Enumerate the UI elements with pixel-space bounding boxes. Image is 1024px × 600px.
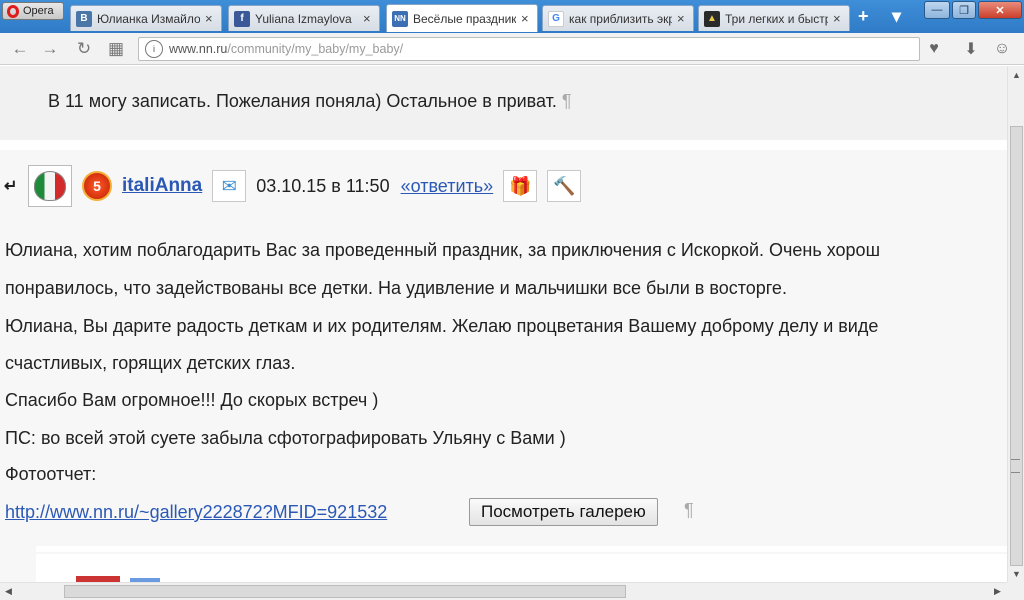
- horizontal-scrollbar[interactable]: ◀ ▶: [0, 582, 1007, 600]
- comment-line: счастливых, горящих детских глаз.: [5, 353, 296, 373]
- comment-divider: [0, 140, 1007, 150]
- tab-label: Юлианка Измайлова: [97, 11, 200, 26]
- next-comment-divider: [36, 546, 1007, 552]
- next-comment-block: [36, 554, 1007, 582]
- comment-line: Спасибо Вам огромное!!! До скорых встреч…: [5, 390, 379, 410]
- forward-button[interactable]: →: [40, 39, 60, 59]
- tab-close-icon[interactable]: ×: [205, 11, 215, 26]
- tab-label: как приблизить экр: [569, 11, 672, 26]
- tab-nn-active[interactable]: NN Весёлые праздники ×: [386, 4, 538, 32]
- url-host: www.nn.ru: [169, 42, 228, 56]
- reply-arrow-icon[interactable]: ↵: [4, 176, 28, 196]
- opera-logo-icon: [7, 4, 19, 18]
- horizontal-scroll-thumb[interactable]: [64, 585, 626, 598]
- tab-close-icon[interactable]: ×: [833, 11, 843, 26]
- username-link[interactable]: italiAnna: [122, 175, 202, 197]
- vertical-scroll-thumb[interactable]: [1010, 126, 1023, 566]
- download-icon[interactable]: ⬇: [961, 39, 981, 59]
- opera-menu-button[interactable]: Opera: [2, 2, 64, 20]
- reload-button[interactable]: ↻: [74, 39, 94, 59]
- scrollbar-corner: [1007, 582, 1024, 600]
- previous-comment-body: В 11 могу записать. Пожелания поняла) Ос…: [48, 91, 557, 111]
- pilcrow-mark: ¶: [684, 500, 694, 520]
- url-path: /community/my_baby/my_baby/: [227, 42, 404, 56]
- gavel-icon[interactable]: 🔨: [547, 170, 582, 202]
- comment-line: ПС: во всей этой суете забыла сфотографи…: [5, 428, 566, 448]
- video-favicon-icon: ▲: [704, 10, 720, 27]
- comment-line: понравилось, что задействованы все детки…: [5, 278, 787, 298]
- avatar[interactable]: [28, 165, 72, 207]
- message-envelope-icon[interactable]: ✉: [212, 170, 247, 202]
- vertical-scrollbar[interactable]: ▲ ▼: [1007, 66, 1024, 582]
- tab-close-icon[interactable]: ×: [363, 11, 373, 26]
- close-window-button[interactable]: ✕: [978, 1, 1022, 19]
- maximize-button[interactable]: ❐: [952, 1, 976, 19]
- back-button[interactable]: ←: [10, 39, 30, 59]
- site-info-icon[interactable]: i: [145, 40, 163, 58]
- account-icon[interactable]: ☺: [992, 39, 1012, 59]
- vk-favicon-icon: В: [76, 10, 92, 27]
- scroll-down-icon[interactable]: ▼: [1008, 565, 1024, 582]
- tab-label: Весёлые праздники: [413, 11, 516, 26]
- tab-bar: Opera В Юлианка Измайлова × f Yuliana Iz…: [0, 0, 1024, 33]
- gallery-line: http://www.nn.ru/~gallery222872?MFID=921…: [5, 502, 387, 523]
- tab-video[interactable]: ▲ Три легких и быстр ×: [698, 5, 850, 31]
- view-gallery-button[interactable]: Посмотреть галерею: [469, 498, 658, 526]
- facebook-favicon-icon: f: [234, 10, 250, 27]
- comment-header: ↵ 5 italiAnna ✉ 03.10.15 в 11:50 «ответи…: [4, 165, 591, 207]
- gallery-url-link[interactable]: http://www.nn.ru/~gallery222872?MFID=921…: [5, 502, 387, 522]
- address-toolbar: ← → ↻ ▦ i www.nn.ru/community/my_baby/my…: [0, 33, 1024, 65]
- post-date: 03.10.15 в 11:50: [256, 175, 390, 196]
- comment-line: Юлиана, Вы дарите радость деткам и их ро…: [5, 316, 879, 336]
- tab-google[interactable]: G как приблизить экр ×: [542, 5, 694, 31]
- speed-dial-button[interactable]: ▦: [106, 39, 126, 59]
- italian-flag-heart-icon: [34, 171, 66, 201]
- tab-facebook[interactable]: f Yuliana Izmaylova ×: [228, 5, 380, 31]
- google-favicon-icon: G: [548, 10, 564, 27]
- bookmark-heart-icon[interactable]: ♥: [924, 39, 944, 59]
- rank-badge-icon: 5: [82, 171, 112, 201]
- pilcrow-mark: ¶: [561, 91, 572, 111]
- reply-link[interactable]: «ответить»: [401, 176, 494, 197]
- tab-label: Три легких и быстр: [725, 11, 828, 26]
- minimize-button[interactable]: —: [924, 1, 950, 19]
- tab-label: Yuliana Izmaylova: [255, 11, 352, 26]
- comment-line: Юлиана, хотим поблагодарить Вас за прове…: [5, 240, 881, 260]
- comment-line: Фотоотчет:: [5, 464, 97, 484]
- scroll-left-icon[interactable]: ◀: [0, 583, 17, 600]
- tab-vk[interactable]: В Юлианка Измайлова ×: [70, 5, 222, 31]
- tab-menu-button[interactable]: ▾: [892, 6, 901, 27]
- tab-close-icon[interactable]: ×: [677, 11, 687, 26]
- nn-favicon-icon: NN: [392, 10, 408, 27]
- address-field[interactable]: i www.nn.ru/community/my_baby/my_baby/: [138, 37, 920, 61]
- gift-icon[interactable]: 🎁: [503, 170, 538, 202]
- tab-close-icon[interactable]: ×: [521, 11, 531, 26]
- previous-comment-text: В 11 могу записать. Пожелания поняла) Ос…: [48, 91, 572, 112]
- scroll-grip-icon: [1011, 459, 1020, 473]
- page-viewport: В 11 могу записать. Пожелания поняла) Ос…: [0, 66, 1007, 582]
- opera-menu-label: Opera: [23, 5, 54, 17]
- new-tab-button[interactable]: +: [858, 6, 869, 27]
- scroll-up-icon[interactable]: ▲: [1008, 66, 1024, 83]
- scroll-right-icon[interactable]: ▶: [989, 583, 1006, 600]
